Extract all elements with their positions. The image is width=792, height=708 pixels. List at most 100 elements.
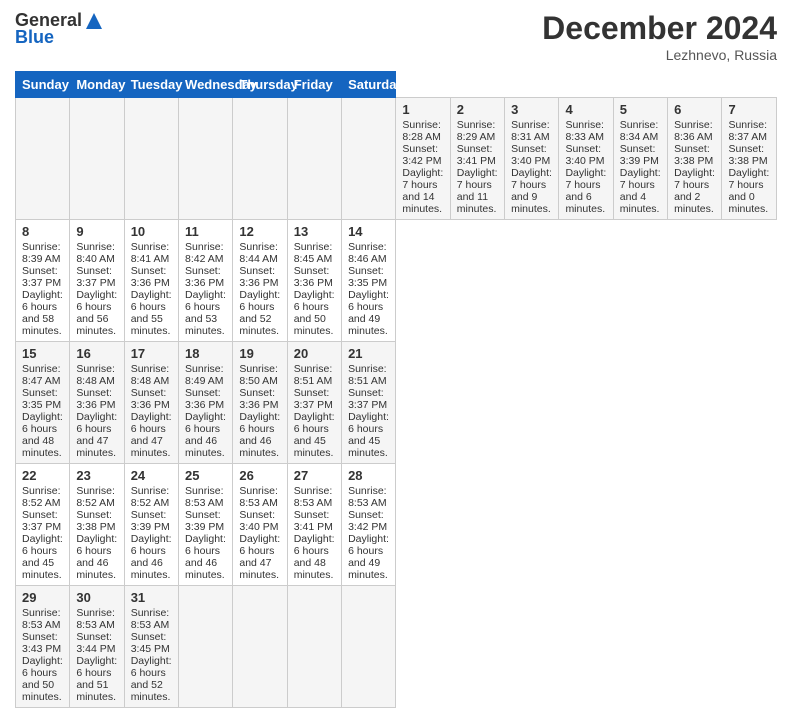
col-monday: Monday xyxy=(70,72,124,98)
day-number: 17 xyxy=(131,346,172,361)
sunset-text: Sunset: 3:36 PM xyxy=(239,265,278,289)
col-thursday: Thursday xyxy=(233,72,287,98)
table-row: 5Sunrise: 8:34 AMSunset: 3:39 PMDaylight… xyxy=(613,98,667,220)
day-number: 24 xyxy=(131,468,172,483)
table-row: 10Sunrise: 8:41 AMSunset: 3:36 PMDayligh… xyxy=(124,220,178,342)
sunrise-text: Sunrise: 8:50 AM xyxy=(239,363,278,387)
day-number: 9 xyxy=(76,224,117,239)
daylight-text: Daylight: 6 hours and 49 minutes. xyxy=(348,533,389,581)
table-row: 3Sunrise: 8:31 AMSunset: 3:40 PMDaylight… xyxy=(505,98,559,220)
day-number: 6 xyxy=(674,102,715,117)
day-number: 28 xyxy=(348,468,389,483)
daylight-text: Daylight: 6 hours and 55 minutes. xyxy=(131,289,172,337)
sunset-text: Sunset: 3:36 PM xyxy=(185,265,224,289)
table-row: 25Sunrise: 8:53 AMSunset: 3:39 PMDayligh… xyxy=(179,464,233,586)
sunset-text: Sunset: 3:39 PM xyxy=(620,143,659,167)
day-number: 15 xyxy=(22,346,63,361)
logo-icon xyxy=(84,11,104,31)
table-row: 13Sunrise: 8:45 AMSunset: 3:36 PMDayligh… xyxy=(287,220,341,342)
sunrise-text: Sunrise: 8:53 AM xyxy=(76,607,115,631)
sunrise-text: Sunrise: 8:51 AM xyxy=(348,363,387,387)
daylight-text: Daylight: 6 hours and 56 minutes. xyxy=(76,289,117,337)
sunset-text: Sunset: 3:42 PM xyxy=(348,509,387,533)
daylight-text: Daylight: 6 hours and 51 minutes. xyxy=(76,655,117,703)
day-number: 2 xyxy=(457,102,498,117)
daylight-text: Daylight: 6 hours and 47 minutes. xyxy=(239,533,280,581)
daylight-text: Daylight: 6 hours and 50 minutes. xyxy=(22,655,63,703)
sunset-text: Sunset: 3:40 PM xyxy=(511,143,550,167)
table-row: 18Sunrise: 8:49 AMSunset: 3:36 PMDayligh… xyxy=(179,342,233,464)
month-title: December 2024 xyxy=(542,10,777,47)
sunrise-text: Sunrise: 8:53 AM xyxy=(294,485,333,509)
sunset-text: Sunset: 3:44 PM xyxy=(76,631,115,655)
day-number: 23 xyxy=(76,468,117,483)
sunrise-text: Sunrise: 8:45 AM xyxy=(294,241,333,265)
daylight-text: Daylight: 6 hours and 46 minutes. xyxy=(131,533,172,581)
sunset-text: Sunset: 3:39 PM xyxy=(185,509,224,533)
logo: General Blue xyxy=(15,10,104,48)
sunset-text: Sunset: 3:36 PM xyxy=(76,387,115,411)
table-row: 14Sunrise: 8:46 AMSunset: 3:35 PMDayligh… xyxy=(342,220,396,342)
table-row xyxy=(287,98,341,220)
daylight-text: Daylight: 6 hours and 46 minutes. xyxy=(239,411,280,459)
col-wednesday: Wednesday xyxy=(179,72,233,98)
day-number: 12 xyxy=(239,224,280,239)
sunset-text: Sunset: 3:38 PM xyxy=(76,509,115,533)
sunset-text: Sunset: 3:36 PM xyxy=(294,265,333,289)
table-row xyxy=(16,98,70,220)
sunrise-text: Sunrise: 8:49 AM xyxy=(185,363,224,387)
table-row: 17Sunrise: 8:48 AMSunset: 3:36 PMDayligh… xyxy=(124,342,178,464)
day-number: 11 xyxy=(185,224,226,239)
table-row: 4Sunrise: 8:33 AMSunset: 3:40 PMDaylight… xyxy=(559,98,613,220)
sunrise-text: Sunrise: 8:40 AM xyxy=(76,241,115,265)
sunset-text: Sunset: 3:42 PM xyxy=(402,143,441,167)
sunrise-text: Sunrise: 8:52 AM xyxy=(131,485,170,509)
sunrise-text: Sunrise: 8:52 AM xyxy=(76,485,115,509)
sunset-text: Sunset: 3:35 PM xyxy=(348,265,387,289)
sunset-text: Sunset: 3:36 PM xyxy=(185,387,224,411)
daylight-text: Daylight: 6 hours and 45 minutes. xyxy=(348,411,389,459)
table-row: 15Sunrise: 8:47 AMSunset: 3:35 PMDayligh… xyxy=(16,342,70,464)
daylight-text: Daylight: 7 hours and 6 minutes. xyxy=(565,167,606,215)
location-text: Lezhnevo, Russia xyxy=(542,47,777,63)
daylight-text: Daylight: 6 hours and 46 minutes. xyxy=(76,533,117,581)
daylight-text: Daylight: 6 hours and 48 minutes. xyxy=(22,411,63,459)
table-row: 29Sunrise: 8:53 AMSunset: 3:43 PMDayligh… xyxy=(16,586,70,708)
sunset-text: Sunset: 3:37 PM xyxy=(22,265,61,289)
sunrise-text: Sunrise: 8:31 AM xyxy=(511,119,550,143)
daylight-text: Daylight: 6 hours and 46 minutes. xyxy=(185,533,226,581)
table-row: 30Sunrise: 8:53 AMSunset: 3:44 PMDayligh… xyxy=(70,586,124,708)
sunset-text: Sunset: 3:39 PM xyxy=(131,509,170,533)
sunrise-text: Sunrise: 8:48 AM xyxy=(76,363,115,387)
sunset-text: Sunset: 3:41 PM xyxy=(457,143,496,167)
day-number: 16 xyxy=(76,346,117,361)
logo-blue-text: Blue xyxy=(15,27,54,48)
day-number: 21 xyxy=(348,346,389,361)
sunrise-text: Sunrise: 8:42 AM xyxy=(185,241,224,265)
day-number: 10 xyxy=(131,224,172,239)
daylight-text: Daylight: 6 hours and 45 minutes. xyxy=(22,533,63,581)
daylight-text: Daylight: 6 hours and 52 minutes. xyxy=(239,289,280,337)
table-row: 23 Sunrise: 8:52 AMSunset: 3:38 PMDayligh… xyxy=(70,464,124,586)
daylight-text: Daylight: 6 hours and 58 minutes. xyxy=(22,289,63,337)
sunrise-text: Sunrise: 8:41 AM xyxy=(131,241,170,265)
col-saturday: Saturday xyxy=(342,72,396,98)
calendar-week-row: 15Sunrise: 8:47 AMSunset: 3:35 PMDayligh… xyxy=(16,342,777,464)
sunset-text: Sunset: 3:40 PM xyxy=(565,143,604,167)
table-row: 31Sunrise: 8:53 AMSunset: 3:45 PMDayligh… xyxy=(124,586,178,708)
daylight-text: Daylight: 7 hours and 2 minutes. xyxy=(674,167,715,215)
calendar-week-row: 8Sunrise: 8:39 AMSunset: 3:37 PMDaylight… xyxy=(16,220,777,342)
daylight-text: Daylight: 6 hours and 46 minutes. xyxy=(185,411,226,459)
day-number: 25 xyxy=(185,468,226,483)
table-row: 28Sunrise: 8:53 AMSunset: 3:42 PMDayligh… xyxy=(342,464,396,586)
sunrise-text: Sunrise: 8:51 AM xyxy=(294,363,333,387)
table-row: 19Sunrise: 8:50 AMSunset: 3:36 PMDayligh… xyxy=(233,342,287,464)
daylight-text: Daylight: 6 hours and 50 minutes. xyxy=(294,289,335,337)
sunset-text: Sunset: 3:41 PM xyxy=(294,509,333,533)
title-section: December 2024 Lezhnevo, Russia xyxy=(542,10,777,63)
day-number: 19 xyxy=(239,346,280,361)
daylight-text: Daylight: 7 hours and 14 minutes. xyxy=(402,167,443,215)
day-number: 27 xyxy=(294,468,335,483)
sunset-text: Sunset: 3:37 PM xyxy=(294,387,333,411)
sunrise-text: Sunrise: 8:53 AM xyxy=(22,607,61,631)
